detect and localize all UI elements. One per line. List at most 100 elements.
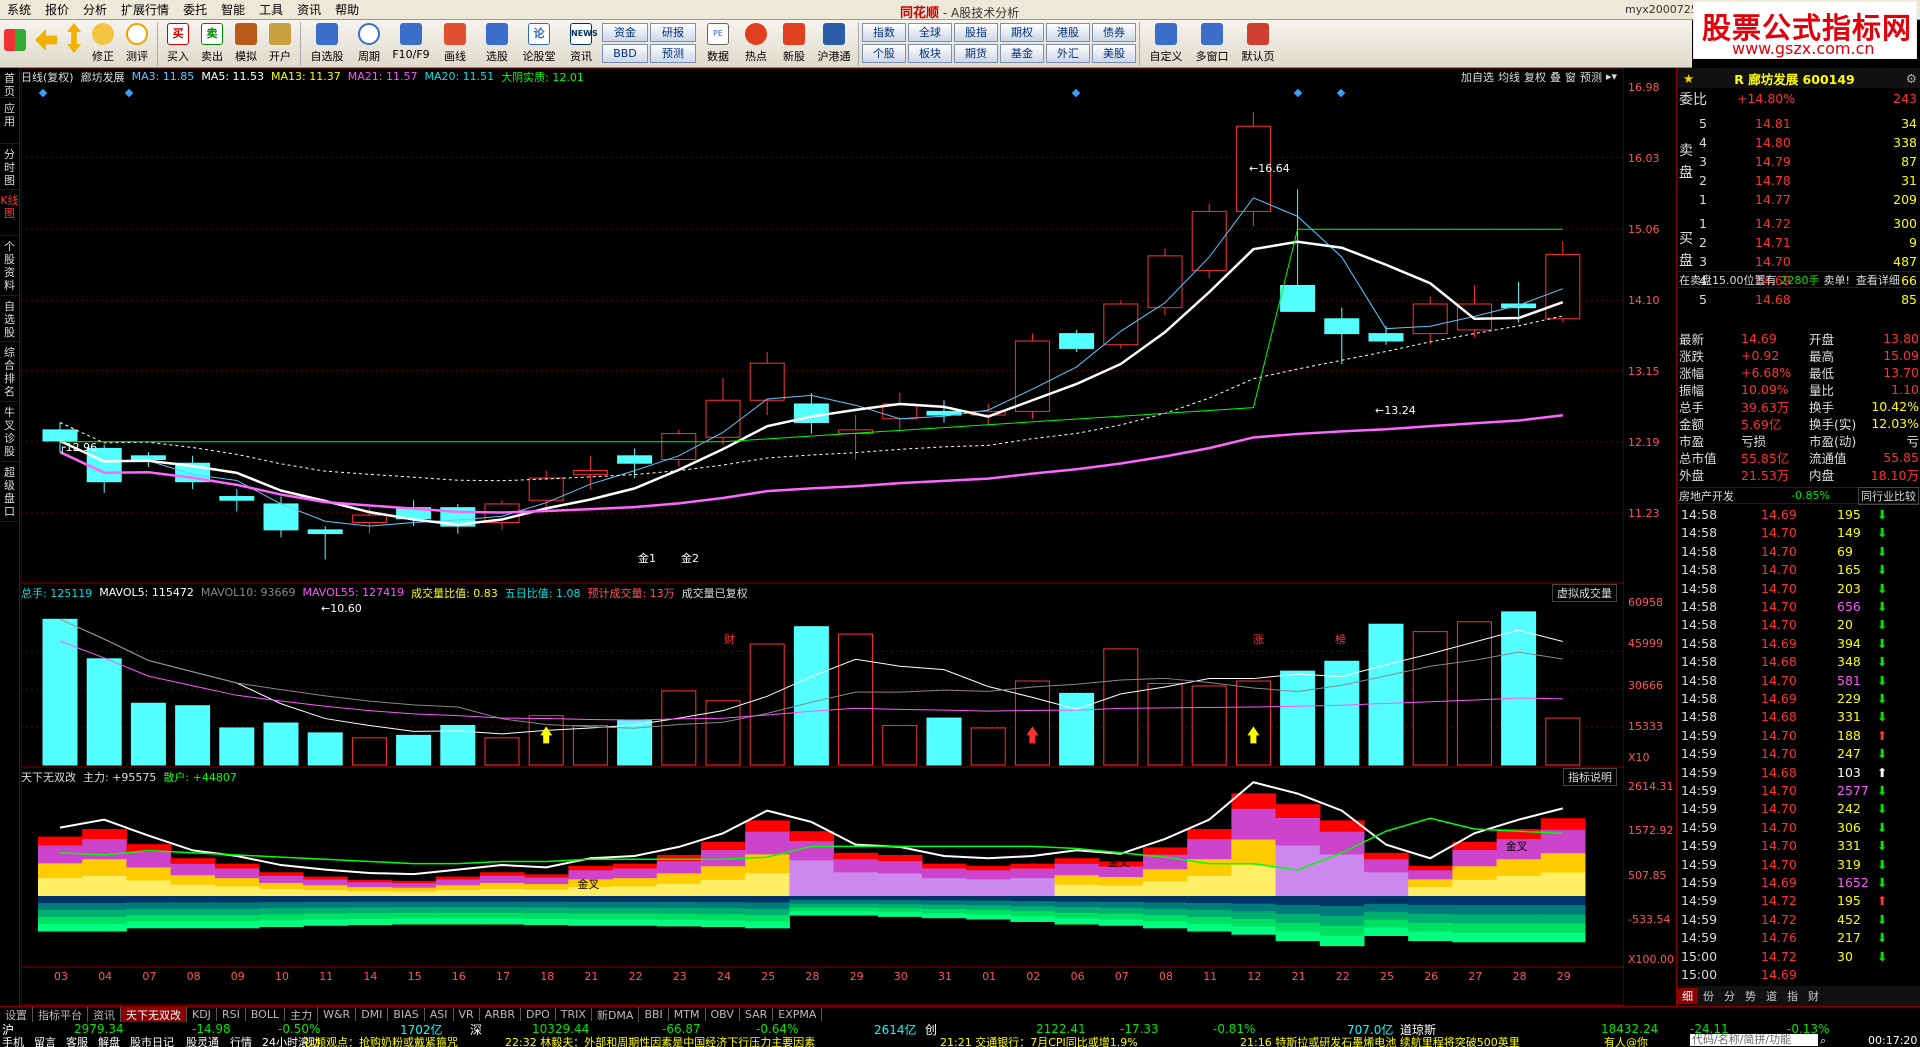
hk-connect-button[interactable]: 沪港通 (814, 20, 854, 64)
forum-button[interactable]: 论论股堂 (519, 20, 559, 64)
menu-ext[interactable]: 扩展行情 (114, 1, 176, 18)
search-icon[interactable]: ⌕ (1820, 1034, 1826, 1047)
bbd-button[interactable]: BBD (602, 44, 648, 63)
tab-14[interactable]: DPO (521, 1008, 556, 1021)
sidebar-item-profile[interactable]: 个股资料 (0, 236, 19, 296)
tab-trend[interactable]: 势 (1740, 988, 1761, 1004)
tab-15[interactable]: TRIX (556, 1008, 592, 1021)
info-button[interactable]: NEWS 资讯 (561, 20, 601, 64)
updown-button[interactable] (63, 20, 85, 56)
forex-button[interactable]: 外汇 (1046, 44, 1090, 63)
menu-trade[interactable]: 委托 (176, 1, 214, 18)
us-stock-button[interactable]: 美股 (1092, 44, 1136, 63)
sector-button[interactable]: 板块 (908, 44, 952, 63)
news-item[interactable]: 21:16 特斯拉或研发石墨烯电池 续航里程将突破500英里 (1240, 1034, 1520, 1047)
pick-button[interactable]: 选股 (477, 20, 517, 64)
tab-5[interactable]: RSI (217, 1008, 246, 1021)
single-stock-button[interactable]: 个股 (862, 44, 906, 63)
tab-9[interactable]: DMI (356, 1008, 389, 1021)
service-link[interactable]: 客服 (66, 1034, 88, 1047)
ipo-button[interactable]: 新股 (776, 20, 812, 64)
custom-button[interactable]: 自定义 (1144, 20, 1188, 64)
tab-finance[interactable]: 财 (1803, 988, 1824, 1004)
hk-stock-button[interactable]: 港股 (1046, 23, 1090, 42)
news-item[interactable]: 22:32 林毅夫：外部和周期性因素是中国经济下行压力主要因素 (505, 1034, 815, 1047)
forecast-button[interactable]: 预测 (650, 44, 696, 63)
tab-path[interactable]: 道 (1761, 988, 1782, 1004)
star-icon[interactable]: ★ (1683, 71, 1694, 86)
layout-button[interactable] (1, 20, 29, 54)
tab-12[interactable]: VR (454, 1008, 480, 1021)
tab-16[interactable]: 新DMA (592, 1006, 640, 1023)
futures-button[interactable]: 期货 (954, 44, 998, 63)
sidebar-item-watchlist[interactable]: 自选股 (0, 296, 19, 342)
tab-index[interactable]: 指 (1782, 988, 1803, 1004)
tab-20[interactable]: SAR (740, 1008, 774, 1021)
menu-help[interactable]: 帮助 (328, 1, 366, 18)
tab-11[interactable]: ASI (425, 1008, 454, 1021)
fund-button[interactable]: 资金 (602, 23, 648, 42)
open-account-button[interactable]: 开户 (264, 20, 296, 64)
tab-7[interactable]: 主力 (285, 1006, 319, 1023)
eval-button[interactable]: 测评 (121, 20, 153, 64)
sector-compare-button[interactable]: 同行业比较 (1858, 486, 1919, 505)
message-link[interactable]: 留言 (34, 1034, 56, 1047)
sim-button[interactable]: 模拟 (230, 20, 262, 64)
options-button[interactable]: 期权 (1000, 23, 1044, 42)
news-item[interactable]: 21:21 交通银行：7月CPI同比或增1.9% (940, 1034, 1138, 1047)
analysis-link[interactable]: 解盘 (98, 1034, 120, 1047)
sidebar-item-ranking[interactable]: 综合排名 (0, 342, 19, 402)
tab-13[interactable]: ARBR (480, 1008, 522, 1021)
menu-analysis[interactable]: 分析 (76, 1, 114, 18)
tab-split[interactable]: 分 (1719, 988, 1740, 1004)
stock-index-button[interactable]: 股指 (954, 23, 998, 42)
sidebar-item-level2[interactable]: 超级盘口 (0, 462, 19, 522)
tab-21[interactable]: EXPMA (773, 1008, 823, 1021)
tab-share[interactable]: 份 (1698, 988, 1719, 1004)
tab-2[interactable]: 资讯 (88, 1006, 121, 1023)
report-button[interactable]: 研报 (650, 23, 696, 42)
tab-1[interactable]: 指标平台 (33, 1006, 88, 1023)
settings-icon[interactable]: ⚙ (1906, 71, 1917, 86)
news-item[interactable]: 视频观点：抢购奶粉或戴紧箍咒 (304, 1034, 500, 1047)
tab-4[interactable]: KDJ (187, 1008, 217, 1021)
menu-news[interactable]: 资讯 (290, 1, 328, 18)
watchlist-button[interactable]: 自选股 (305, 20, 349, 64)
sidebar-item-apps[interactable]: 应用 (0, 98, 19, 144)
global-button[interactable]: 全球 (908, 23, 952, 42)
chat-notice[interactable]: 有人@你 (1604, 1034, 1648, 1047)
tab-19[interactable]: OBV (706, 1008, 740, 1021)
sidebar-item-home[interactable]: 首页 (0, 68, 19, 98)
menu-system[interactable]: 系统 (0, 1, 38, 18)
tab-3[interactable]: 天下无双改 (121, 1006, 187, 1023)
bond-button[interactable]: 债券 (1092, 23, 1136, 42)
data-button[interactable]: PE 数据 (700, 20, 736, 64)
kline-chart-svg[interactable]: ←16.64←10.60←13.24┌12.96金1 金2财涨榜金叉金叉金叉03 0… (21, 68, 1624, 1006)
fix-button[interactable]: 修正 (87, 20, 119, 64)
menu-quote[interactable]: 报价 (38, 1, 76, 18)
buy-button[interactable]: 买买入 (162, 20, 194, 64)
hot-button[interactable]: 热点 (738, 20, 774, 64)
diary-link[interactable]: 股市日记 (130, 1034, 174, 1047)
period-button[interactable]: 周期 (351, 20, 387, 64)
phone-link[interactable]: 手机 (2, 1034, 24, 1047)
sidebar-item-diagnosis[interactable]: 牛叉诊股 (0, 402, 19, 462)
tab-8[interactable]: W&R (318, 1008, 357, 1021)
tab-10[interactable]: BIAS (388, 1008, 425, 1021)
alert-detail-link[interactable]: 查看详细 (1856, 272, 1900, 288)
sell-button[interactable]: 卖卖出 (196, 20, 228, 64)
search-input[interactable]: 代码/名称/简拼/功能 (1690, 1034, 1818, 1046)
linglong-link[interactable]: 股灵通 (186, 1034, 219, 1047)
draw-button[interactable]: 画线 (435, 20, 475, 64)
sidebar-item-intraday[interactable]: 分时图 (0, 144, 19, 190)
index-button[interactable]: 指数 (862, 23, 906, 42)
multi-window-button[interactable]: 多窗口 (1190, 20, 1234, 64)
back-button[interactable] (31, 20, 61, 54)
sidebar-item-kline[interactable]: K线图 (0, 190, 19, 236)
tab-18[interactable]: MTM (669, 1008, 706, 1021)
tab-6[interactable]: BOLL (246, 1008, 286, 1021)
funds-button[interactable]: 基金 (1000, 44, 1044, 63)
menu-tools[interactable]: 工具 (252, 1, 290, 18)
tab-17[interactable]: BBI (639, 1008, 669, 1021)
f10-button[interactable]: F10/F9 (389, 20, 433, 61)
